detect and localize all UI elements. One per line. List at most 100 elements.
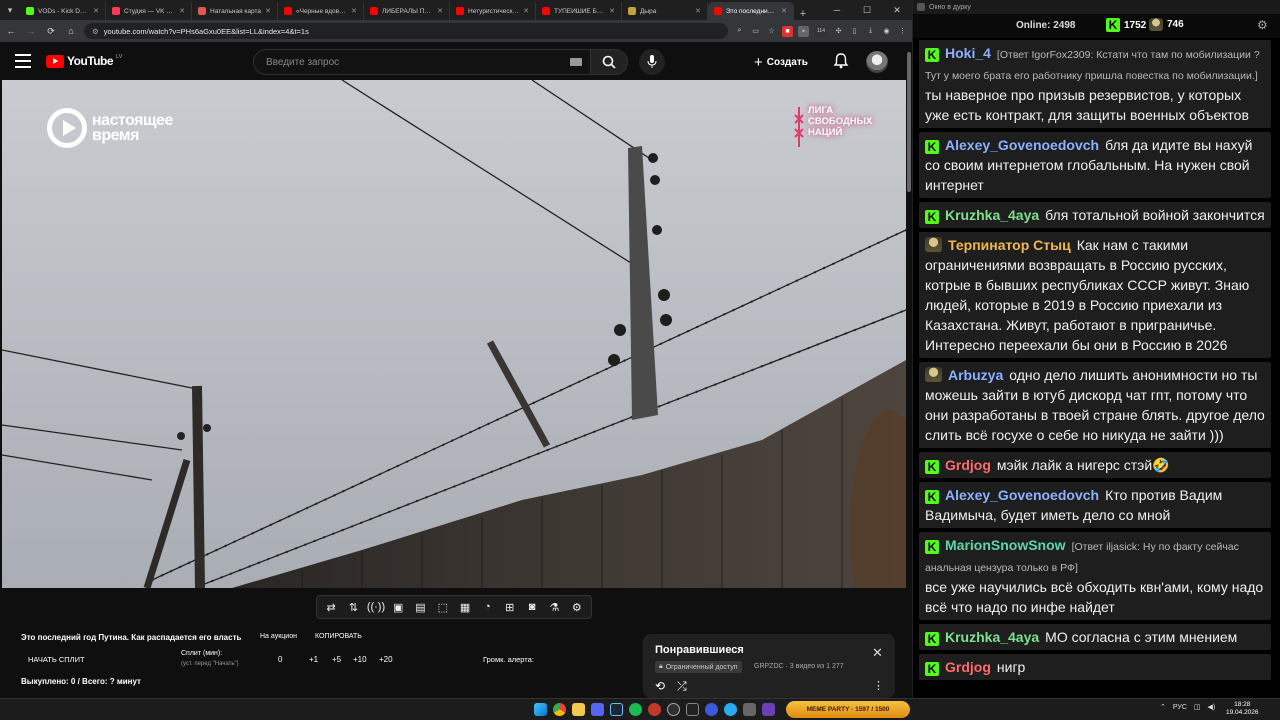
start-split-button[interactable]: НАЧАТЬ СПЛИТ [28, 655, 85, 664]
chat-messages[interactable]: K Hoki_4 [Ответ IgorFox2309: Кстати что та… [919, 40, 1271, 688]
search-input[interactable]: Введите запрос [253, 49, 591, 75]
screenshot-camera-icon[interactable]: ◙ [523, 601, 541, 613]
browser-tab[interactable]: VODs - Kick Dashb ✕ [20, 2, 106, 20]
sort-icon[interactable]: ⇅ [344, 601, 362, 614]
browser-tab[interactable]: Нетуристический ✕ [450, 2, 536, 20]
browser-tab[interactable]: Это последний го ✕ [708, 2, 794, 20]
start-icon[interactable] [534, 703, 547, 716]
browser-tab[interactable]: Студия — VK Видео ✕ [106, 2, 192, 20]
chat-username[interactable]: Kruzhka_4aya [945, 629, 1039, 645]
site-info-icon[interactable]: ⚙ [92, 27, 99, 36]
reload-icon[interactable]: ⟳ [44, 24, 58, 38]
add-20-button[interactable]: +20 [379, 655, 393, 664]
profile-icon[interactable]: ◉ [881, 26, 892, 37]
tab-close-icon[interactable]: ✕ [781, 7, 787, 15]
tab-close-icon[interactable]: ✕ [609, 7, 615, 15]
tab-close-icon[interactable]: ✕ [351, 7, 357, 15]
url-field[interactable]: ⚙ youtube.com/watch?v=PHs6aGxu0EE&list=L… [84, 23, 728, 39]
zoom-icon[interactable]: ⌕ [734, 26, 745, 37]
settings-gear-icon[interactable]: ⚙ [568, 601, 586, 614]
tab-close-icon[interactable]: ✕ [523, 7, 529, 15]
network-icon[interactable]: ◫ [1194, 703, 1201, 711]
chat-username[interactable]: MarionSnowSnow [945, 537, 1066, 553]
chrome-icon[interactable] [553, 703, 566, 716]
account-avatar[interactable] [866, 51, 888, 73]
add-5-button[interactable]: +5 [332, 655, 341, 664]
back-icon[interactable]: ← [4, 24, 18, 38]
chat-username[interactable]: Arbuzya [948, 367, 1003, 383]
subtitles-icon[interactable]: ▦ [456, 601, 474, 614]
cast-icon[interactable]: ▭ [750, 26, 761, 37]
search-button[interactable] [590, 49, 628, 75]
clock[interactable]: 18:28 19.04.2026 [1226, 701, 1259, 717]
add-icon[interactable]: ⊞ [501, 601, 519, 614]
meme-party-widget[interactable]: MEME PARTY · 1597 / 1500 [786, 701, 910, 718]
new-tab-button[interactable]: + [794, 8, 812, 20]
chat-username[interactable]: Grdjog [945, 457, 991, 473]
shuffle-icon[interactable]: ⤮ [677, 679, 687, 694]
add-10-button[interactable]: +10 [353, 655, 367, 664]
tab-search-icon[interactable]: ▾ [0, 0, 20, 20]
browser-tab[interactable]: Дыра ✕ [622, 2, 708, 20]
language-indicator[interactable]: РУС [1173, 704, 1187, 711]
chat-username[interactable]: Hoki_4 [945, 45, 991, 61]
speed-gauge-icon[interactable]: ◔ [478, 601, 496, 613]
browser-menu-icon[interactable]: ⋮ [897, 26, 908, 37]
close-playlist-icon[interactable]: ✕ [872, 645, 883, 661]
extension-red-icon[interactable]: ■ [782, 25, 793, 37]
telegram-icon[interactable] [724, 703, 737, 716]
tab-close-icon[interactable]: ✕ [179, 7, 185, 15]
close-window-icon[interactable]: ✕ [882, 0, 912, 20]
explorer-icon[interactable] [572, 703, 585, 716]
app-icon-dark[interactable] [686, 703, 699, 716]
app-icon-purple[interactable] [762, 703, 775, 716]
split-value[interactable]: 0 [278, 655, 282, 664]
video-player[interactable]: настоящее время ЛИГА СВОБОДНЫХ НАЦИЙ [2, 80, 906, 588]
browser-tab[interactable]: ТУПЕЙШИЕ БЕЛЫ✕ [536, 2, 622, 20]
copy-button[interactable]: КОПИРОВАТЬ [315, 633, 362, 640]
keyboard-icon[interactable] [570, 58, 582, 66]
audio-waves-icon[interactable]: ((·)) [367, 601, 385, 613]
menu-icon[interactable] [15, 54, 31, 68]
fullscreen-window-icon[interactable]: ⬚ [434, 601, 452, 614]
add-1-button[interactable]: +1 [309, 655, 318, 664]
home-icon[interactable]: ⌂ [64, 24, 78, 38]
browser-tab[interactable]: «Черные вдовы» ✕ [278, 2, 364, 20]
browser-tab[interactable]: Натальная карта ✕ [192, 2, 278, 20]
chat-username[interactable]: Alexey_Govenoedovch [945, 487, 1099, 503]
playlist-title[interactable]: Понравившиеся [655, 644, 744, 656]
bookmark-star-icon[interactable]: ☆ [766, 26, 777, 37]
download-icon[interactable]: ⤓ [865, 26, 876, 37]
loop-icon[interactable]: ⇄ [322, 601, 340, 614]
tab-close-icon[interactable]: ✕ [93, 7, 99, 15]
maximize-icon[interactable]: ☐ [852, 0, 882, 20]
volume-icon[interactable]: ◀) [1208, 703, 1216, 711]
chat-username[interactable]: Grdjog [945, 659, 991, 675]
tab-close-icon[interactable]: ✕ [437, 7, 443, 15]
youtube-logo[interactable]: YouTube LV [46, 54, 122, 68]
tab-close-icon[interactable]: ✕ [265, 7, 271, 15]
create-button[interactable]: + Создать [754, 52, 808, 72]
sidebar-icon[interactable]: ▯ [849, 26, 860, 37]
extensions-puzzle-icon[interactable]: ✣ [833, 26, 844, 37]
notifications-bell-icon[interactable] [832, 52, 850, 70]
spotify-icon[interactable] [629, 703, 642, 716]
extension-video-icon[interactable]: ▪ [798, 25, 809, 37]
app-icon-red[interactable] [648, 703, 661, 716]
flask-icon[interactable]: ⚗ [545, 601, 563, 614]
voice-search-button[interactable] [639, 49, 665, 75]
tab-close-icon[interactable]: ✕ [695, 7, 701, 15]
watch-later-icon[interactable]: ▣ [389, 601, 407, 614]
browser-tab[interactable]: ЛИБЕРАЛЫ ПРАВ ✕ [364, 2, 450, 20]
steam-icon[interactable] [610, 703, 623, 716]
loop-playlist-icon[interactable]: ⟲ [655, 679, 665, 694]
app-icon-gray[interactable] [743, 703, 756, 716]
cinema-icon[interactable]: ▤ [411, 601, 429, 614]
chat-username[interactable]: Kruzhka_4aya [945, 207, 1039, 223]
media-player-icon[interactable] [705, 703, 718, 716]
scrollbar-thumb[interactable] [907, 52, 911, 192]
chat-settings-icon[interactable]: ⚙ [1257, 18, 1273, 34]
tray-chevron-icon[interactable]: ⌃ [1160, 703, 1166, 711]
auction-button[interactable]: На аукцион [260, 633, 297, 640]
chat-username[interactable]: Alexey_Govenoedovch [945, 137, 1099, 153]
